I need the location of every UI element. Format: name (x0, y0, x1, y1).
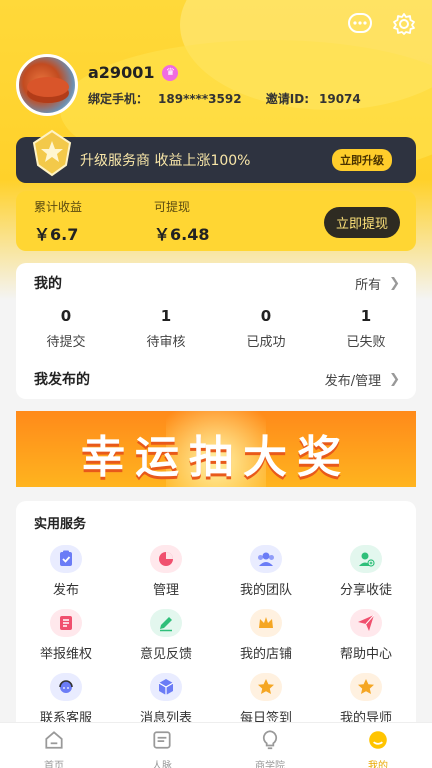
service-label: 意见反馈 (139, 647, 192, 662)
medal-icon (32, 129, 72, 177)
cube-icon (150, 673, 182, 701)
stat-count: 0 (60, 307, 72, 325)
service-item[interactable]: 意见反馈 (116, 609, 216, 673)
user-icon (367, 729, 389, 755)
service-item[interactable]: 我的店铺 (216, 609, 316, 673)
vip-promo-text: 升级服务商 收益上涨100% (80, 153, 251, 169)
tab-label: 我的 (368, 761, 388, 768)
tab-contacts[interactable]: 人脉 (108, 723, 216, 768)
tab-label: 商学院 (255, 761, 285, 768)
service-label: 帮助中心 (339, 647, 392, 662)
my-tasks-card: 我的 所有 ❯ 0 待提交 1 待审核 0 已成功 1 已失败 我发布的 发布/管… (16, 263, 416, 399)
available-label: 可提现 (154, 199, 191, 214)
clipboard-check-icon (50, 545, 82, 573)
vip-upgrade-bar[interactable]: 升级服务商 收益上涨100% 立即升级 (16, 129, 416, 183)
earnings-card: 累计收益 ￥6.7 可提现 ￥6.48 立即提现 (16, 191, 416, 251)
phone-number: 189****3592 (158, 92, 242, 106)
star-icon (250, 673, 282, 701)
stat-pending-review[interactable]: 1 待审核 (116, 307, 216, 350)
team-icon (250, 545, 282, 573)
published-header[interactable]: 我发布的 发布/管理 ❯ (34, 369, 400, 389)
profile-section: a29001 ♛ 绑定手机： 189****3592 邀请ID: 19074 (16, 54, 381, 116)
home-icon (43, 729, 65, 755)
service-item[interactable]: 发布 (16, 545, 116, 609)
total-earnings-label: 累计收益 (34, 199, 83, 214)
more-dots-icon[interactable] (348, 12, 372, 36)
chevron-right-icon: ❯ (389, 371, 400, 387)
my-title: 我的 (34, 276, 62, 292)
tab-user[interactable]: 我的 (324, 723, 432, 768)
invite-label: 邀请ID: (265, 92, 309, 106)
service-item[interactable]: 管理 (116, 545, 216, 609)
total-earnings-value: ￥6.7 (34, 224, 79, 244)
tab-lightbulb[interactable]: 商学院 (216, 723, 324, 768)
service-item[interactable]: 分享收徒 (316, 545, 416, 609)
stat-label: 待提交 (46, 335, 86, 350)
gear-icon[interactable] (392, 12, 416, 36)
service-label: 举报维权 (39, 647, 92, 662)
bottom-tab-bar: 首页 人脉 商学院 我的 (0, 722, 432, 768)
stat-count: 1 (360, 307, 372, 325)
paper-plane-icon (350, 609, 382, 637)
service-label: 我的店铺 (239, 647, 292, 662)
service-label: 发布 (52, 583, 79, 598)
customer-service-icon (50, 673, 82, 701)
stat-succeeded[interactable]: 0 已成功 (216, 307, 316, 350)
tab-label: 人脉 (152, 761, 172, 768)
stat-failed[interactable]: 1 已失败 (316, 307, 416, 350)
upgrade-button[interactable]: 立即升级 (332, 149, 392, 171)
available-value: ￥6.48 (154, 224, 210, 244)
stat-count: 1 (160, 307, 172, 325)
pie-chart-icon (150, 545, 182, 573)
banner-text: 幸运抽大奖 (81, 432, 351, 483)
stat-label: 已失败 (346, 335, 386, 350)
tab-home[interactable]: 首页 (0, 723, 108, 768)
stat-label: 待审核 (146, 335, 186, 350)
invite-id: 19074 (319, 92, 361, 106)
service-item[interactable]: 帮助中心 (316, 609, 416, 673)
chevron-right-icon: ❯ (389, 275, 400, 291)
edit-icon (150, 609, 182, 637)
published-title: 我发布的 (34, 372, 90, 388)
top-actions (348, 12, 416, 36)
services-title: 实用服务 (34, 517, 87, 532)
username: a29001 (88, 63, 155, 82)
stat-count: 0 (260, 307, 272, 325)
stat-pending-submit[interactable]: 0 待提交 (16, 307, 116, 350)
crown-icon (250, 609, 282, 637)
avatar[interactable] (16, 54, 78, 116)
star-icon (350, 673, 382, 701)
stat-label: 已成功 (246, 335, 286, 350)
all-link[interactable]: 所有 (355, 274, 381, 293)
service-item[interactable]: 我的团队 (216, 545, 316, 609)
crown-icon: ♛ (162, 64, 179, 81)
phone-label: 绑定手机： (88, 92, 149, 106)
report-icon (50, 609, 82, 637)
my-header[interactable]: 我的 所有 ❯ (34, 273, 400, 293)
service-label: 我的团队 (239, 583, 292, 598)
service-label: 分享收徒 (339, 583, 392, 598)
lucky-draw-banner[interactable]: 幸运抽大奖 (16, 411, 416, 487)
service-item[interactable]: 举报维权 (16, 609, 116, 673)
service-label: 管理 (152, 583, 179, 598)
publish-manage-link[interactable]: 发布/管理 (325, 370, 381, 389)
withdraw-button[interactable]: 立即提现 (323, 207, 400, 238)
services-grid: 发布 管理 我的团队 分享收徒 举报维权 意见反馈 我的店铺 帮助中心 联系客服 消息列表 每日签到… (16, 545, 416, 731)
services-card: 实用服务 发布 管理 我的团队 分享收徒 举报维权 意见反馈 我的店铺 帮助中心 联系客服 消息列… (16, 501, 416, 731)
add-user-icon (350, 545, 382, 573)
tab-label: 首页 (44, 761, 64, 768)
task-stats: 0 待提交 1 待审核 0 已成功 1 已失败 (16, 307, 416, 350)
profile-details: 绑定手机： 189****3592 邀请ID: 19074 (88, 90, 381, 107)
lightbulb-icon (259, 729, 281, 755)
contacts-icon (151, 729, 173, 755)
